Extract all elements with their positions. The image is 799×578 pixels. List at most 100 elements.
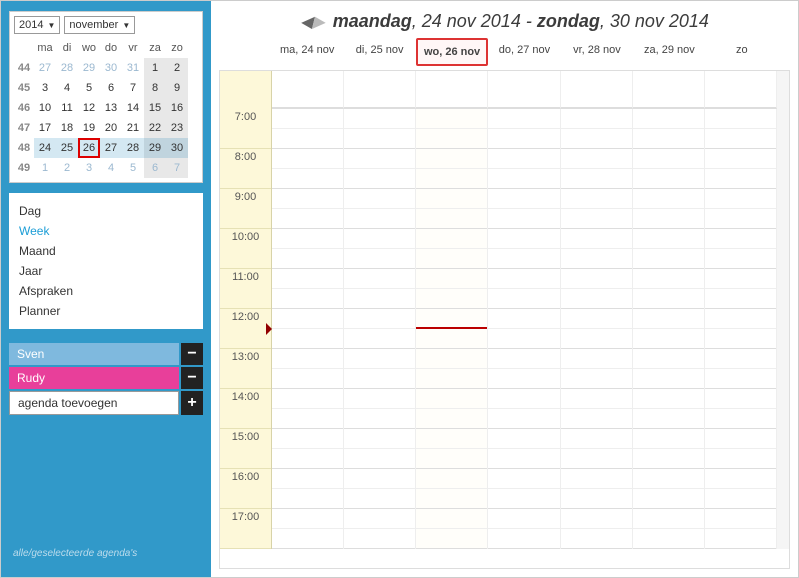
minical-day[interactable]: 7 [166,158,188,178]
day-header[interactable]: wo, 26 nov [416,38,488,66]
agenda-chip-sven[interactable]: Sven [9,343,179,365]
day-column[interactable] [561,109,633,549]
minical-week-number: 44 [14,58,34,78]
allday-cell[interactable] [344,71,416,109]
view-item-maand[interactable]: Maand [19,241,193,261]
remove-agenda-button[interactable]: − [181,343,203,365]
day-column[interactable] [272,109,344,549]
minical-day[interactable]: 12 [78,98,100,118]
minical-day[interactable]: 24 [34,138,56,158]
minical-week-number: 49 [14,158,34,178]
agenda-chip-rudy[interactable]: Rudy [9,367,179,389]
sidebar-footer-link[interactable]: alle/geselecteerde agenda's [9,540,203,567]
day-column[interactable] [488,109,560,549]
day-column[interactable] [344,109,416,549]
dropdown-icon: ▼ [47,21,55,30]
next-week-button[interactable]: ▶ [312,12,324,32]
minical-day[interactable]: 5 [78,78,100,98]
day-column[interactable] [705,109,777,549]
minical-day[interactable]: 14 [122,98,144,118]
minical-day-header: za [144,38,166,58]
add-agenda-input[interactable]: agenda toevoegen [9,391,179,415]
minical-day[interactable]: 2 [166,58,188,78]
day-header[interactable]: ma, 24 nov [271,38,343,66]
title-end-date: , 30 nov 2014 [600,11,709,31]
minical-day[interactable]: 2 [56,158,78,178]
time-label: 15:00 [220,429,271,469]
time-column: 7:008:009:0010:0011:0012:0013:0014:0015:… [220,109,272,549]
time-label: 9:00 [220,189,271,229]
minical-day[interactable]: 22 [144,118,166,138]
agenda-list: Sven − Rudy − agenda toevoegen + [9,343,203,415]
minical-week-number: 46 [14,98,34,118]
minical-day[interactable]: 1 [34,158,56,178]
minical-day[interactable]: 29 [144,138,166,158]
title-start-day: maandag [333,11,412,31]
allday-cell[interactable] [272,71,344,109]
minical-day[interactable]: 18 [56,118,78,138]
minical-day[interactable]: 20 [100,118,122,138]
minical-day[interactable]: 26 [78,138,100,158]
minical-day[interactable]: 31 [122,58,144,78]
allday-cell[interactable] [633,71,705,109]
time-label: 14:00 [220,389,271,429]
time-label: 13:00 [220,349,271,389]
minical-day[interactable]: 25 [56,138,78,158]
add-agenda-button[interactable]: + [181,391,203,415]
day-header[interactable]: vr, 28 nov [561,38,633,66]
day-column[interactable] [416,109,488,549]
minical-day[interactable]: 13 [100,98,122,118]
view-item-afspraken[interactable]: Afspraken [19,281,193,301]
minical-day[interactable]: 30 [166,138,188,158]
allday-cell[interactable] [488,71,560,109]
day-header[interactable]: do, 27 nov [488,38,560,66]
scrollbar[interactable] [777,109,789,549]
view-item-dag[interactable]: Dag [19,201,193,221]
minical-day[interactable]: 28 [56,58,78,78]
minical-day-header: ma [34,38,56,58]
minical-day[interactable]: 6 [144,158,166,178]
minical-day[interactable]: 3 [78,158,100,178]
minical-day[interactable]: 9 [166,78,188,98]
minical-day[interactable]: 4 [56,78,78,98]
minical-day[interactable]: 29 [78,58,100,78]
minical-day-header: do [100,38,122,58]
minical-day[interactable]: 16 [166,98,188,118]
minical-day[interactable]: 7 [122,78,144,98]
day-column[interactable] [633,109,705,549]
minical-day[interactable]: 8 [144,78,166,98]
minical-day[interactable]: 17 [34,118,56,138]
minical-day[interactable]: 15 [144,98,166,118]
minical-day[interactable]: 1 [144,58,166,78]
minical-day[interactable]: 10 [34,98,56,118]
minical-day[interactable]: 5 [122,158,144,178]
allday-cell[interactable] [561,71,633,109]
minical-day[interactable]: 6 [100,78,122,98]
remove-agenda-button[interactable]: − [181,367,203,389]
minical-day[interactable]: 21 [122,118,144,138]
mini-calendar: 2014 ▼ november ▼ madiwodovrzazo44272829… [9,11,203,183]
minical-day[interactable]: 19 [78,118,100,138]
allday-cell[interactable] [416,71,488,109]
now-marker [416,327,487,329]
year-select[interactable]: 2014 ▼ [14,16,60,34]
minical-day[interactable]: 3 [34,78,56,98]
view-item-week[interactable]: Week [19,221,193,241]
month-select[interactable]: november ▼ [64,16,135,34]
minical-day[interactable]: 30 [100,58,122,78]
minical-day[interactable]: 4 [100,158,122,178]
minical-day[interactable]: 28 [122,138,144,158]
day-header[interactable]: zo [706,38,778,66]
day-header[interactable]: za, 29 nov [633,38,705,66]
minical-day[interactable]: 11 [56,98,78,118]
minical-day-header: zo [166,38,188,58]
view-item-planner[interactable]: Planner [19,301,193,321]
minical-day[interactable]: 27 [34,58,56,78]
prev-week-button[interactable]: ◀ [300,12,312,32]
minical-day[interactable]: 23 [166,118,188,138]
view-item-jaar[interactable]: Jaar [19,261,193,281]
allday-cell[interactable] [705,71,777,109]
week-grid[interactable]: 7:008:009:0010:0011:0012:0013:0014:0015:… [219,70,790,569]
day-header[interactable]: di, 25 nov [343,38,415,66]
minical-day[interactable]: 27 [100,138,122,158]
